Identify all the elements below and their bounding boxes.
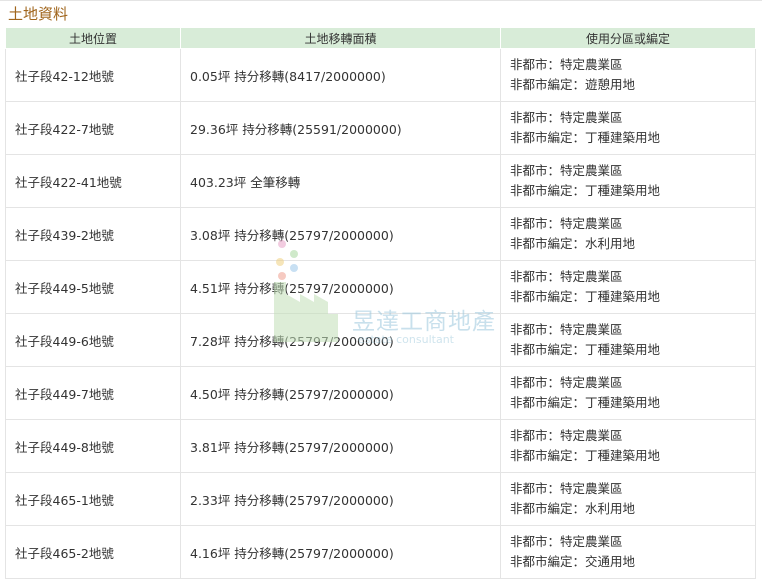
- zone-designation: 非都市編定：丁種建築用地: [510, 342, 661, 357]
- land-location-cell: 社子段449-5地號: [5, 260, 181, 314]
- land-location-cell: 社子段439-2地號: [5, 207, 181, 261]
- land-location-cell: 社子段422-41地號: [5, 154, 181, 208]
- table-header-row: 土地位置 土地移轉面積 使用分區或編定: [5, 27, 756, 49]
- transfer-area-cell: 4.50坪 持分移轉(25797/2000000): [180, 366, 501, 420]
- zoning-cell: 非都市：特定農業區非都市編定：丁種建築用地: [500, 154, 756, 208]
- zoning-cell: 非都市：特定農業區 非都市編定：遊憩用地: [500, 48, 756, 102]
- column-header-area: 土地移轉面積: [180, 27, 501, 49]
- land-location-cell: 社子段422-7地號: [5, 101, 181, 155]
- table-row: 社子段449-6地號 7.28坪 持分移轉(25797/2000000) 非都市：特…: [5, 313, 756, 367]
- zoning-cell: 非都市：特定農業區非都市編定：丁種建築用地: [500, 101, 756, 155]
- zone-designation: 非都市編定：丁種建築用地: [510, 448, 661, 463]
- transfer-area-cell: 3.81坪 持分移轉(25797/2000000): [180, 419, 501, 473]
- zone-designation: 非都市編定：丁種建築用地: [510, 395, 661, 410]
- zone-designation: 非都市編定：水利用地: [510, 501, 636, 516]
- zone-category: 非都市：特定農業區: [510, 163, 623, 178]
- zone-category: 非都市：特定農業區: [510, 375, 623, 390]
- transfer-area-cell: 4.51坪 持分移轉(25797/2000000): [180, 260, 501, 314]
- land-data-table: 土地位置 土地移轉面積 使用分區或編定 社子段42-12地號 0.05坪 持分移轉…: [5, 27, 756, 579]
- zone-category: 非都市：特定農業區: [510, 57, 623, 72]
- zone-category: 非都市：特定農業區: [510, 216, 623, 231]
- land-location-cell: 社子段465-2地號: [5, 525, 181, 579]
- table-row: 社子段449-5地號 4.51坪 持分移轉(25797/2000000) 非都市：特…: [5, 260, 756, 314]
- land-location-cell: 社子段449-6地號: [5, 313, 181, 367]
- zone-category: 非都市：特定農業區: [510, 534, 623, 549]
- zone-designation: 非都市編定：丁種建築用地: [510, 289, 661, 304]
- zoning-cell: 非都市：特定農業區非都市編定：丁種建築用地: [500, 419, 756, 473]
- transfer-area-cell: 7.28坪 持分移轉(25797/2000000): [180, 313, 501, 367]
- column-header-location: 土地位置: [5, 27, 181, 49]
- transfer-area-cell: 29.36坪 持分移轉(25591/2000000): [180, 101, 501, 155]
- zoning-cell: 非都市：特定農業區非都市編定：丁種建築用地: [500, 313, 756, 367]
- section-title: 土地資料: [8, 5, 69, 23]
- table-row: 社子段422-41地號 403.23坪 全筆移轉 非都市：特定農業區非都市編定：丁種…: [5, 154, 756, 208]
- transfer-area-cell: 3.08坪 持分移轉(25797/2000000): [180, 207, 501, 261]
- column-header-zoning: 使用分區或編定: [500, 27, 756, 49]
- zoning-cell: 非都市：特定農業區 非都市編定：交通用地: [500, 525, 756, 579]
- zone-category: 非都市：特定農業區: [510, 110, 623, 125]
- top-divider: [0, 0, 762, 1]
- land-location-cell: 社子段449-8地號: [5, 419, 181, 473]
- table-row: 社子段465-1地號 2.33坪 持分移轉(25797/2000000) 非都市：特…: [5, 472, 756, 526]
- table-row: 社子段422-7地號 29.36坪 持分移轉(25591/2000000) 非都市：…: [5, 101, 756, 155]
- zoning-cell: 非都市：特定農業區非都市編定：丁種建築用地: [500, 366, 756, 420]
- land-location-cell: 社子段449-7地號: [5, 366, 181, 420]
- transfer-area-cell: 0.05坪 持分移轉(8417/2000000): [180, 48, 501, 102]
- transfer-area-cell: 2.33坪 持分移轉(25797/2000000): [180, 472, 501, 526]
- zone-category: 非都市：特定農業區: [510, 481, 623, 496]
- table-row: 社子段439-2地號 3.08坪 持分移轉(25797/2000000) 非都市：特…: [5, 207, 756, 261]
- zone-designation: 非都市編定：水利用地: [510, 236, 636, 251]
- zone-category: 非都市：特定農業區: [510, 269, 623, 284]
- zone-category: 非都市：特定農業區: [510, 322, 623, 337]
- table-row: 社子段465-2地號 4.16坪 持分移轉(25797/2000000) 非都市：特…: [5, 525, 756, 579]
- zoning-cell: 非都市：特定農業區非都市編定：丁種建築用地: [500, 260, 756, 314]
- table-row: 社子段449-7地號 4.50坪 持分移轉(25797/2000000) 非都市：特…: [5, 366, 756, 420]
- zone-designation: 非都市編定：遊憩用地: [510, 77, 636, 92]
- zoning-cell: 非都市：特定農業區 非都市編定：水利用地: [500, 207, 756, 261]
- transfer-area-cell: 403.23坪 全筆移轉: [180, 154, 501, 208]
- table-row: 社子段42-12地號 0.05坪 持分移轉(8417/2000000) 非都市：特定…: [5, 48, 756, 102]
- land-location-cell: 社子段42-12地號: [5, 48, 181, 102]
- zone-designation: 非都市編定：丁種建築用地: [510, 130, 661, 145]
- land-location-cell: 社子段465-1地號: [5, 472, 181, 526]
- zoning-cell: 非都市：特定農業區 非都市編定：水利用地: [500, 472, 756, 526]
- zone-designation: 非都市編定：交通用地: [510, 554, 636, 569]
- zone-category: 非都市：特定農業區: [510, 428, 623, 443]
- transfer-area-cell: 4.16坪 持分移轉(25797/2000000): [180, 525, 501, 579]
- zone-designation: 非都市編定：丁種建築用地: [510, 183, 661, 198]
- table-row: 社子段449-8地號 3.81坪 持分移轉(25797/2000000) 非都市：特…: [5, 419, 756, 473]
